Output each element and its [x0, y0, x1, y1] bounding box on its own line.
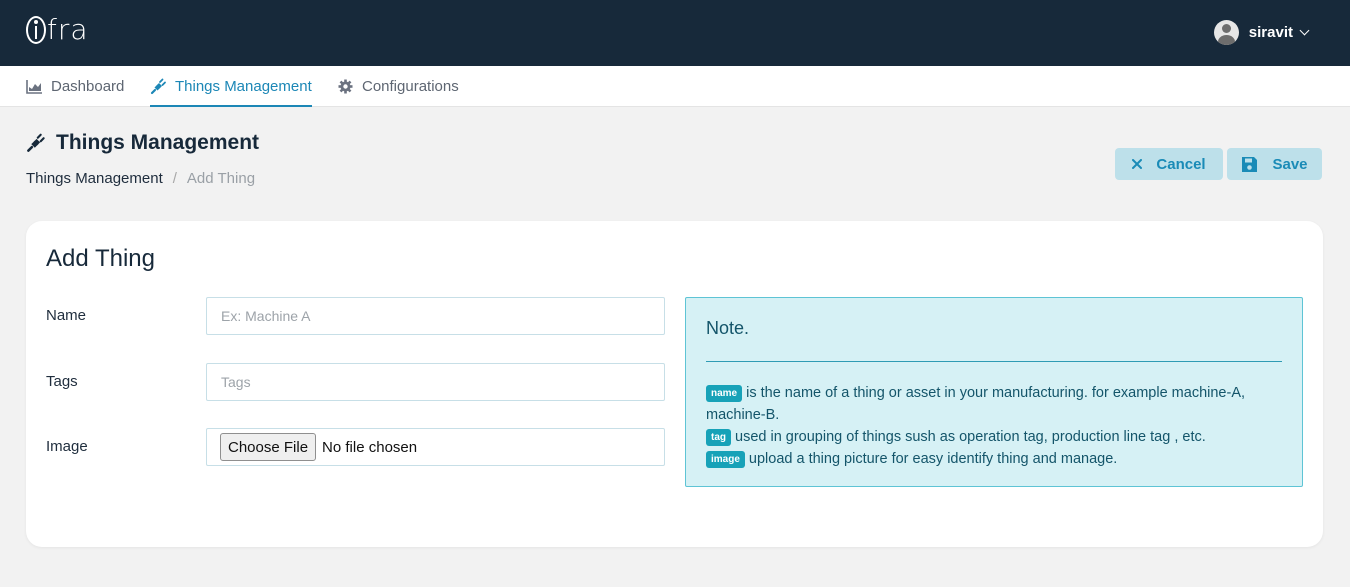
username: siravit	[1248, 24, 1293, 41]
breadcrumb: Things Management / Add Thing	[26, 170, 255, 187]
page-title: Things Management	[26, 131, 259, 155]
plug-icon	[27, 133, 45, 152]
tag-badge: tag	[706, 429, 731, 446]
page-title-text: Things Management	[56, 131, 260, 154]
tab-things-management[interactable]: Things Management	[150, 66, 312, 107]
breadcrumb-current: Add Thing	[186, 170, 256, 187]
tags-field-wrapper	[206, 363, 665, 401]
logo-text: fra	[47, 13, 89, 46]
card-title: Add Thing	[46, 245, 155, 272]
breadcrumb-separator: /	[172, 170, 177, 187]
image-label: Image	[46, 438, 88, 455]
note-item-text: upload a thing picture for easy identify…	[748, 451, 1118, 467]
logo-mark-icon	[26, 16, 46, 44]
name-field-wrapper	[206, 297, 665, 335]
gear-icon	[338, 79, 353, 94]
plug-icon	[150, 78, 166, 95]
note-item: image upload a thing picture for easy ide…	[706, 448, 1276, 470]
note-item-text: used in grouping of things sush as opera…	[735, 429, 1206, 445]
save-label: Save	[1272, 155, 1308, 173]
tab-dashboard[interactable]: Dashboard	[26, 66, 124, 107]
nav-bar: Dashboard Things Management Configuratio…	[0, 66, 1350, 107]
avatar	[1213, 20, 1239, 45]
floppy-disk-icon	[1241, 156, 1258, 173]
chevron-down-icon	[1299, 25, 1310, 36]
tags-label: Tags	[46, 373, 78, 390]
tab-configurations[interactable]: Configurations	[337, 66, 459, 107]
chart-area-icon	[26, 80, 42, 94]
note-panel: Note. name is the name of a thing or asse…	[685, 297, 1303, 487]
name-label: Name	[46, 307, 87, 324]
note-body: name is the name of a thing or asset in y…	[706, 382, 1276, 470]
name-input[interactable]	[207, 298, 664, 334]
cancel-button[interactable]: Cancel	[1115, 148, 1223, 180]
name-badge: name	[706, 385, 743, 402]
tab-label: Dashboard	[51, 78, 125, 95]
save-button[interactable]: Save	[1227, 148, 1322, 180]
note-divider	[706, 361, 1282, 362]
cancel-label: Cancel	[1156, 155, 1206, 173]
top-bar: fra siravit	[0, 0, 1350, 66]
note-item-text: is the name of a thing or asset in your …	[706, 385, 1246, 423]
choose-file-button[interactable]: Choose File	[220, 433, 317, 461]
note-item: tag used in grouping of things sush as op…	[706, 426, 1276, 448]
breadcrumb-parent[interactable]: Things Management	[26, 170, 163, 187]
note-item: name is the name of a thing or asset in y…	[706, 382, 1276, 426]
tab-label: Things Management	[175, 78, 312, 95]
file-status: No file chosen	[322, 438, 418, 456]
app-logo[interactable]: fra	[26, 14, 89, 46]
note-title: Note.	[706, 318, 750, 338]
image-file-input: Choose File No file chosen	[206, 428, 665, 466]
image-badge: image	[706, 451, 745, 468]
tab-label: Configurations	[362, 78, 459, 95]
add-thing-card: Add Thing Name Tags Image Choose File No…	[26, 221, 1323, 547]
tags-input[interactable]	[207, 364, 664, 400]
user-menu[interactable]: siravit	[1213, 20, 1310, 45]
close-icon	[1132, 159, 1143, 169]
